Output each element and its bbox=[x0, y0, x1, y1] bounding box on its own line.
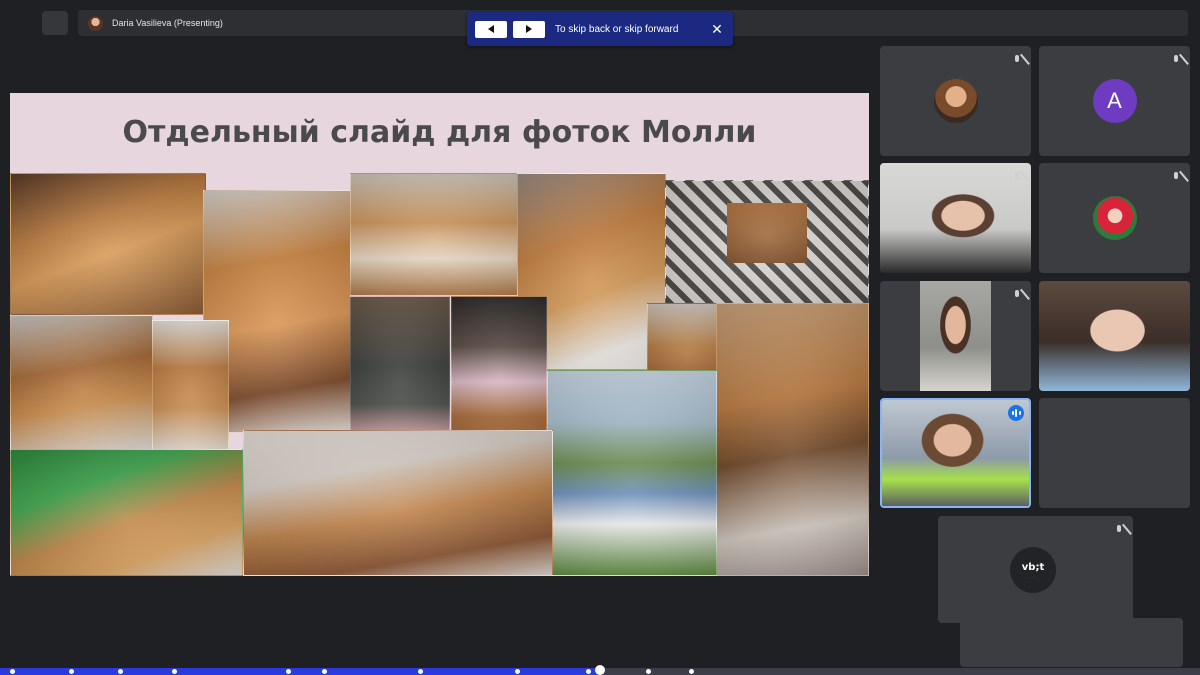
participant-tile[interactable] bbox=[880, 281, 1031, 391]
slide-title: Отдельный слайд для фоток Молли bbox=[122, 115, 757, 150]
playback-progress-bar[interactable] bbox=[0, 665, 1200, 675]
chapter-marker[interactable] bbox=[10, 669, 15, 674]
chapter-marker[interactable] bbox=[322, 669, 327, 674]
chapter-marker[interactable] bbox=[418, 669, 423, 674]
participant-tile[interactable] bbox=[1039, 398, 1190, 508]
skip-back-button[interactable] bbox=[475, 20, 507, 38]
presented-slide: Отдельный слайд для фоток Молли bbox=[10, 93, 869, 576]
participant-video bbox=[882, 400, 1029, 506]
chapter-marker[interactable] bbox=[118, 669, 123, 674]
play-forward-icon bbox=[526, 25, 532, 33]
mic-off-icon bbox=[1114, 525, 1124, 537]
mic-off-icon bbox=[1012, 55, 1022, 67]
dog-photo bbox=[10, 173, 206, 315]
participant-video bbox=[1039, 281, 1190, 391]
dog-photo bbox=[727, 203, 807, 263]
participant-avatar bbox=[933, 79, 978, 123]
chapter-marker[interactable] bbox=[689, 669, 694, 674]
chapter-marker[interactable] bbox=[646, 669, 651, 674]
play-back-icon bbox=[488, 25, 494, 33]
presenter-avatar bbox=[88, 15, 103, 31]
participant-tile[interactable] bbox=[880, 163, 1031, 273]
chapter-marker[interactable] bbox=[286, 669, 291, 674]
chapter-marker[interactable] bbox=[515, 669, 520, 674]
presenter-name: Daria Vasilieva (Presenting) bbox=[112, 18, 223, 28]
dog-photo bbox=[10, 315, 153, 450]
dog-photo bbox=[152, 320, 229, 455]
participant-tile[interactable] bbox=[1039, 163, 1190, 273]
dog-closeup-photo bbox=[716, 303, 869, 576]
participant-video bbox=[920, 281, 991, 391]
menu-button[interactable] bbox=[42, 11, 68, 35]
participant-avatar: A bbox=[1092, 79, 1137, 123]
chapter-marker[interactable] bbox=[69, 669, 74, 674]
skip-forward-button[interactable] bbox=[513, 20, 545, 38]
playback-scrubber[interactable] bbox=[595, 665, 605, 675]
person-with-dog-photo bbox=[451, 296, 547, 439]
skip-hint-text: To skip back or skip forward bbox=[555, 23, 679, 35]
speaking-indicator-icon bbox=[1008, 405, 1024, 421]
mic-off-icon bbox=[1012, 290, 1022, 302]
participant-avatar bbox=[1092, 196, 1137, 240]
participant-tile-active[interactable] bbox=[880, 398, 1031, 508]
participant-tile[interactable] bbox=[1039, 281, 1190, 391]
mic-off-icon bbox=[1012, 172, 1022, 184]
chapter-marker[interactable] bbox=[586, 669, 591, 674]
self-view-tile[interactable] bbox=[960, 618, 1183, 667]
mic-off-icon bbox=[1171, 172, 1181, 184]
close-icon[interactable]: ✕ bbox=[709, 21, 725, 38]
meeting-recording-player: Daria Vasilieva (Presenting) To skip bac… bbox=[0, 0, 1200, 675]
person-with-dog-photo bbox=[350, 296, 450, 451]
person-with-dog-photo bbox=[547, 370, 717, 576]
participant-tile[interactable] bbox=[880, 46, 1031, 156]
dog-photo bbox=[243, 430, 553, 576]
skip-banner: To skip back or skip forward ✕ bbox=[467, 12, 733, 46]
participant-tile-logo[interactable]: vb;t · · · · · · bbox=[938, 516, 1133, 623]
chapter-marker[interactable] bbox=[172, 669, 177, 674]
dog-photo bbox=[10, 449, 243, 576]
participant-video bbox=[880, 163, 1031, 273]
vbt-logo: vb;t · · · · · · bbox=[1010, 547, 1056, 593]
participant-tile[interactable]: A bbox=[1039, 46, 1190, 156]
dog-photo bbox=[350, 173, 518, 296]
mic-off-icon bbox=[1171, 55, 1181, 67]
progress-played bbox=[0, 668, 600, 675]
